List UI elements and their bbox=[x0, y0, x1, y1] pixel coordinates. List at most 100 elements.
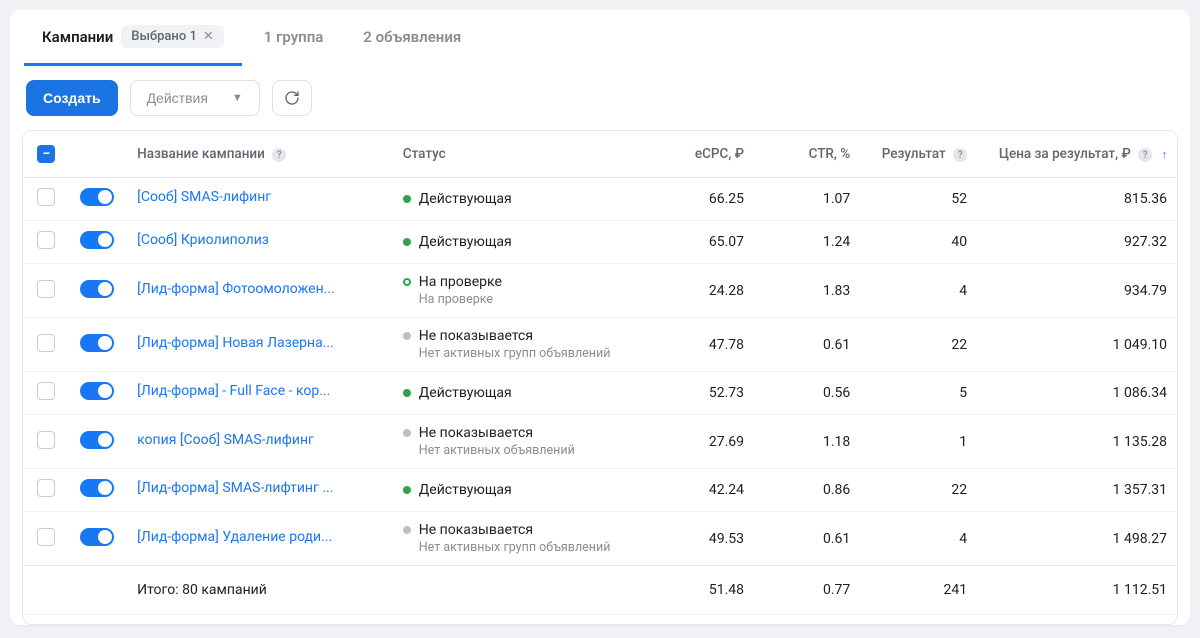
row-checkbox[interactable] bbox=[37, 231, 55, 249]
cell-ctr: 0.61 bbox=[754, 512, 860, 566]
totals-label: Итого: 80 кампаний bbox=[127, 566, 393, 615]
cell-ctr: 1.18 bbox=[754, 415, 860, 469]
campaign-link[interactable]: [Лид-форма] Новая Лазерна... bbox=[137, 335, 334, 351]
cell-price: 934.79 bbox=[977, 264, 1177, 318]
row-checkbox[interactable] bbox=[37, 334, 55, 352]
cell-ctr: 1.83 bbox=[754, 264, 860, 318]
row-checkbox[interactable] bbox=[37, 188, 55, 206]
cell-ecpc: 27.69 bbox=[648, 415, 754, 469]
table-row: [Лид-форма] Новая Лазерна... Не показывае… bbox=[23, 318, 1177, 372]
toolbar: Создать Действия ▼ bbox=[10, 66, 1190, 130]
campaign-link[interactable]: [Сооб] Криолиполиз bbox=[137, 232, 269, 248]
row-toggle[interactable] bbox=[80, 334, 114, 352]
selected-chip[interactable]: Выбрано 1 ✕ bbox=[121, 25, 224, 48]
cell-ecpc: 65.07 bbox=[648, 221, 754, 264]
cell-ctr: 0.86 bbox=[754, 469, 860, 512]
header-price[interactable]: Цена за результат, ₽ ? ↑ bbox=[977, 131, 1177, 178]
status-dot-icon bbox=[403, 238, 411, 246]
row-toggle[interactable] bbox=[80, 382, 114, 400]
status-text: Не показывается bbox=[419, 328, 533, 344]
status-subtext: На проверке bbox=[403, 292, 638, 307]
cell-result: 22 bbox=[860, 318, 977, 372]
totals-result: 241 bbox=[860, 566, 977, 615]
cell-result: 4 bbox=[860, 512, 977, 566]
help-icon[interactable]: ? bbox=[272, 148, 286, 162]
campaigns-table-wrap: − Название кампании ? Статус eCPC, ₽ CTR… bbox=[22, 130, 1178, 625]
tab-groups-label: 1 группа bbox=[264, 28, 324, 46]
campaigns-panel: Кампании Выбрано 1 ✕ 1 группа 2 объявлен… bbox=[10, 10, 1190, 625]
status-subtext: Нет активных групп объявлений bbox=[403, 346, 638, 361]
row-checkbox[interactable] bbox=[37, 431, 55, 449]
status-dot-icon bbox=[403, 526, 411, 534]
row-checkbox[interactable] bbox=[37, 280, 55, 298]
status-text: Действующая bbox=[419, 234, 512, 250]
cell-price: 1 135.28 bbox=[977, 415, 1177, 469]
status-dot-icon bbox=[403, 332, 411, 340]
tab-campaigns[interactable]: Кампании Выбрано 1 ✕ bbox=[24, 10, 242, 66]
header-name[interactable]: Название кампании ? bbox=[127, 131, 393, 178]
row-toggle[interactable] bbox=[80, 431, 114, 449]
status-text: Действующая bbox=[419, 191, 512, 207]
cell-ctr: 0.61 bbox=[754, 318, 860, 372]
sort-asc-icon: ↑ bbox=[1162, 148, 1168, 161]
chevron-down-icon: ▼ bbox=[232, 92, 243, 104]
table-header-row: − Название кампании ? Статус eCPC, ₽ CTR… bbox=[23, 131, 1177, 178]
create-button[interactable]: Создать bbox=[26, 80, 118, 116]
cell-price: 1 498.27 bbox=[977, 512, 1177, 566]
header-ctr[interactable]: CTR, % bbox=[754, 131, 860, 178]
header-ecpc[interactable]: eCPC, ₽ bbox=[648, 131, 754, 178]
cell-ctr: 1.07 bbox=[754, 178, 860, 221]
campaign-link[interactable]: [Лид-форма] SMAS-лифтинг ... bbox=[137, 480, 333, 496]
tab-campaigns-label: Кампании bbox=[42, 28, 113, 46]
row-checkbox[interactable] bbox=[37, 382, 55, 400]
campaign-link[interactable]: [Лид-форма] Фотоомоложен... bbox=[137, 281, 335, 297]
cell-ecpc: 42.24 bbox=[648, 469, 754, 512]
refresh-button[interactable] bbox=[272, 80, 312, 116]
cell-result: 1 bbox=[860, 415, 977, 469]
tab-ads-label: 2 объявления bbox=[363, 28, 461, 46]
cell-ecpc: 66.25 bbox=[648, 178, 754, 221]
status-text: На проверке bbox=[419, 274, 502, 290]
status-text: Не показывается bbox=[419, 425, 533, 441]
row-toggle[interactable] bbox=[80, 479, 114, 497]
table-row: копия [Сооб] SMAS-лифингНе показываетсяН… bbox=[23, 415, 1177, 469]
status-dot-icon bbox=[403, 278, 411, 286]
table-row: [Сооб] КриолиполизДействующая65.071.2440… bbox=[23, 221, 1177, 264]
campaign-link[interactable]: [Лид-форма] - Full Face - кор... bbox=[137, 383, 330, 399]
cell-ecpc: 47.78 bbox=[648, 318, 754, 372]
horizontal-scrollbar[interactable] bbox=[23, 614, 1177, 624]
actions-dropdown[interactable]: Действия ▼ bbox=[130, 80, 260, 116]
row-checkbox[interactable] bbox=[37, 528, 55, 546]
help-icon[interactable]: ? bbox=[1138, 148, 1152, 162]
row-toggle[interactable] bbox=[80, 188, 114, 206]
table-row: [Сооб] SMAS-лифингДействующая66.251.0752… bbox=[23, 178, 1177, 221]
indeterminate-checkbox-icon[interactable]: − bbox=[37, 145, 55, 163]
close-icon[interactable]: ✕ bbox=[203, 29, 214, 44]
tabs-bar: Кампании Выбрано 1 ✕ 1 группа 2 объявлен… bbox=[10, 10, 1190, 66]
tab-ads[interactable]: 2 объявления bbox=[345, 10, 479, 66]
totals-ctr: 0.77 bbox=[754, 566, 860, 615]
row-toggle[interactable] bbox=[80, 280, 114, 298]
row-toggle[interactable] bbox=[80, 231, 114, 249]
header-toggle bbox=[70, 131, 127, 178]
header-status[interactable]: Статус bbox=[393, 131, 648, 178]
row-toggle[interactable] bbox=[80, 528, 114, 546]
cell-ctr: 0.56 bbox=[754, 372, 860, 415]
campaign-link[interactable]: [Сооб] SMAS-лифинг bbox=[137, 189, 271, 205]
help-icon[interactable]: ? bbox=[953, 148, 967, 162]
campaign-link[interactable]: [Лид-форма] Удаление роди... bbox=[137, 529, 332, 545]
status-text: Не показывается bbox=[419, 522, 533, 538]
cell-price: 927.32 bbox=[977, 221, 1177, 264]
selected-chip-label: Выбрано 1 bbox=[131, 29, 197, 44]
table-row: [Лид-форма] Удаление роди... Не показывае… bbox=[23, 512, 1177, 566]
tab-groups[interactable]: 1 группа bbox=[246, 10, 342, 66]
cell-ctr: 1.24 bbox=[754, 221, 860, 264]
cell-result: 22 bbox=[860, 469, 977, 512]
header-result[interactable]: Результат ? bbox=[860, 131, 977, 178]
row-checkbox[interactable] bbox=[37, 479, 55, 497]
campaign-link[interactable]: копия [Сооб] SMAS-лифинг bbox=[137, 432, 314, 448]
header-select-all[interactable]: − bbox=[23, 131, 70, 178]
cell-price: 1 049.10 bbox=[977, 318, 1177, 372]
totals-price: 1 112.51 bbox=[977, 566, 1177, 615]
cell-ecpc: 49.53 bbox=[648, 512, 754, 566]
